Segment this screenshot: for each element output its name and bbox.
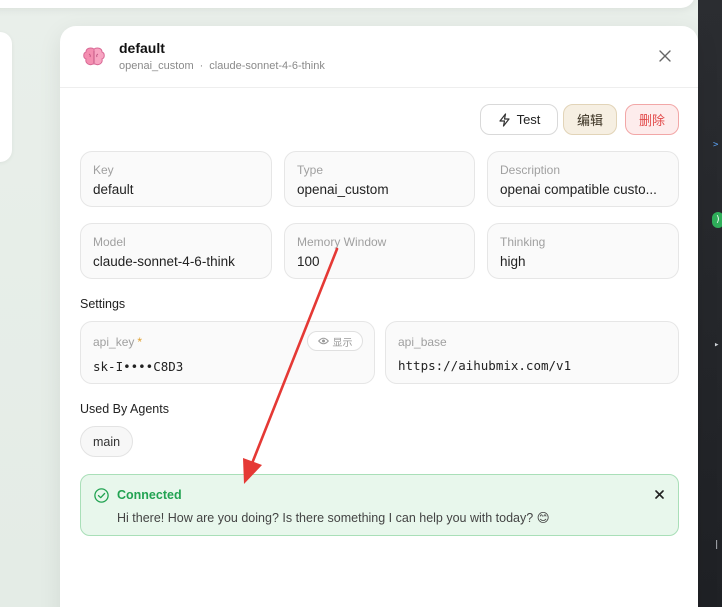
subtitle-provider: openai_custom [119,60,194,72]
field-model: Model claude-sonnet-4-6-think [80,223,272,279]
field-value: openai_custom [297,182,389,197]
eye-icon [317,337,329,345]
check-circle-icon [94,488,109,503]
field-type: Type openai_custom [284,151,475,207]
alert-title: Connected [117,488,182,502]
setting-label: api_key * [93,335,142,349]
field-label: Memory Window [297,235,387,249]
field-key: Key default [80,151,272,207]
setting-label: api_base [398,335,447,349]
close-x-icon [654,489,664,499]
field-value: 100 [297,254,320,269]
background-mark: | [714,540,720,550]
test-button[interactable]: Test [480,104,558,135]
connection-alert: Connected Hi there! How are you doing? I… [80,474,679,536]
close-icon [659,50,671,62]
background-card-top [0,0,695,8]
field-value: high [500,254,526,269]
background-mark: > [713,140,719,150]
settings-heading: Settings [80,297,126,311]
field-value: openai compatible custo... [500,182,657,197]
modal-title: default [119,40,165,56]
api-key-label: api_key [93,335,135,349]
alert-close-button[interactable] [651,486,667,502]
field-label: Key [93,163,114,177]
modal-header: default openai_custom · claude-sonnet-4-6-… [60,26,698,88]
setting-api-key: api_key * 显示 sk-I••••C8D3 [80,321,375,384]
edit-button[interactable]: 编辑 [563,104,617,135]
field-description: Description openai compatible custo... [487,151,679,207]
modal-subtitle: openai_custom · claude-sonnet-4-6-think [119,60,325,72]
field-label: Thinking [500,235,546,249]
show-secret-button[interactable]: 显示 [307,331,363,351]
background-card-left [0,32,12,162]
close-button[interactable] [654,45,676,67]
lightning-icon [498,112,510,127]
subtitle-separator: · [199,60,204,72]
delete-button[interactable]: 删除 [625,104,679,135]
test-button-label: Test [516,112,541,127]
api-base-value: https://aihubmix.com/v1 [398,358,572,373]
background-mark: ▸ [714,340,720,350]
brain-icon [83,47,105,66]
required-mark: * [137,335,143,349]
field-value: claude-sonnet-4-6-think [93,254,235,269]
subtitle-model: claude-sonnet-4-6-think [209,60,325,72]
field-value: default [93,182,134,197]
show-secret-label: 显示 [332,337,353,349]
setting-api-base: api_base https://aihubmix.com/v1 [385,321,679,384]
field-thinking: Thinking high [487,223,679,279]
field-label: Description [500,163,561,177]
field-label: Model [93,235,126,249]
field-memory-window: Memory Window 100 [284,223,475,279]
background-status-dot: ) [712,212,722,228]
alert-message: Hi there! How are you doing? Is there so… [117,511,550,525]
field-label: Type [297,163,324,177]
background-code-panel [698,0,722,607]
used-by-agents-heading: Used By Agents [80,402,169,416]
model-detail-modal: default openai_custom · claude-sonnet-4-6-… [60,26,698,607]
api-key-value: sk-I••••C8D3 [93,359,184,374]
agent-chip-main[interactable]: main [80,426,133,457]
